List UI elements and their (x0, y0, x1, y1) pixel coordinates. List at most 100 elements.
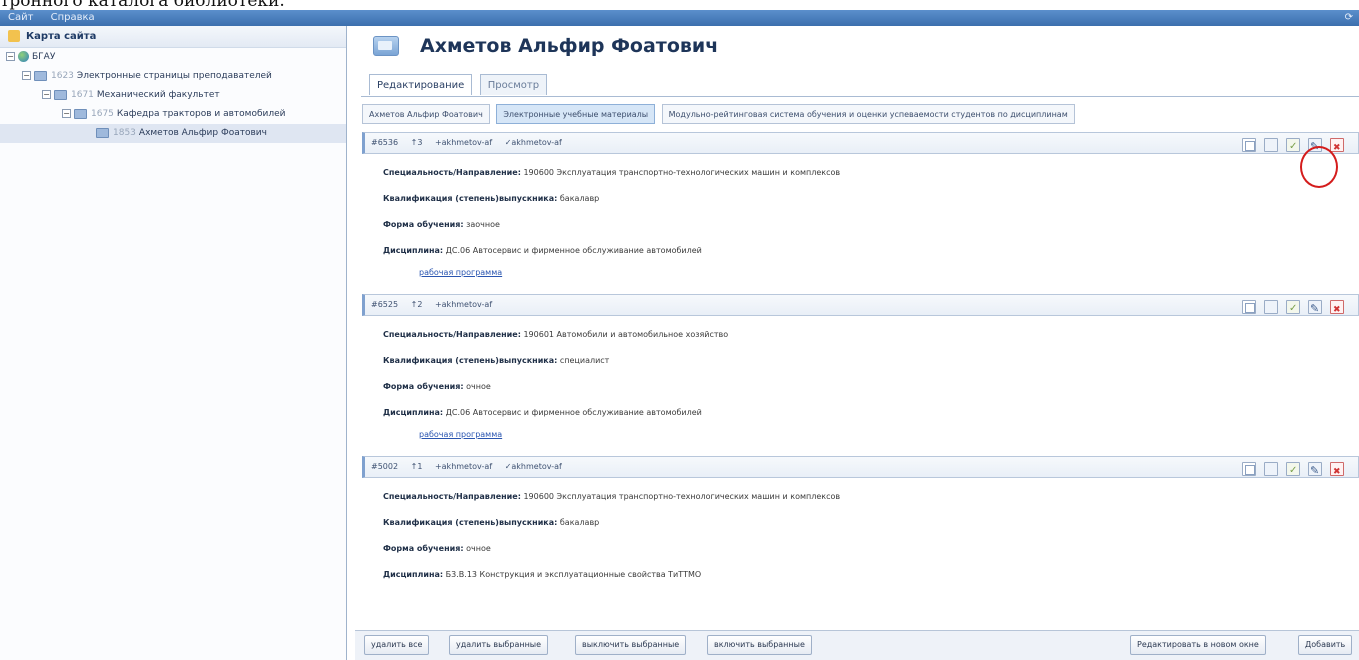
view-icon[interactable] (1242, 299, 1256, 314)
tab-teacher-profile[interactable]: Ахметов Альфир Фоатович (362, 104, 490, 124)
field-specialty: Специальность/Направление: 190600 Эксплу… (383, 492, 841, 501)
tab-rating-system[interactable]: Модульно-рейтинговая система обучения и … (661, 104, 1075, 124)
record-toolbar (1239, 459, 1349, 482)
tab-edit[interactable]: Редактирование (369, 74, 473, 95)
record-body: Специальность/Направление: 190601 Автомо… (362, 316, 1359, 448)
collapse-icon[interactable]: − (62, 109, 71, 118)
edit-new-window-button[interactable]: Редактировать в новом окне (1130, 635, 1266, 655)
folder-icon (74, 108, 87, 119)
edit-icon[interactable] (1308, 137, 1322, 157)
field-study-form: Форма обучения: очное (383, 382, 491, 391)
refresh-icon[interactable]: ⟳ (1345, 10, 1353, 26)
field-study-form: Форма обучения: заочное (383, 220, 500, 229)
delete-all-button[interactable]: удалить все (364, 635, 430, 655)
record-body: Специальность/Направление: 190600 Эксплу… (362, 478, 1359, 590)
sidebar-header: Карта сайта (0, 26, 346, 48)
material-record: #5002 ↑1 +akhmetov-af ✓akhmetov-af Специ… (362, 456, 1359, 590)
menu-item-site[interactable]: Сайт (0, 10, 40, 26)
menu-bar: Сайт Справка ⟳ (0, 10, 1359, 26)
globe-icon (18, 51, 29, 62)
enable-icon[interactable] (1286, 461, 1300, 481)
document-caption: тронного каталога библиотеки. (0, 0, 285, 11)
record-order: ↑3 (410, 138, 423, 147)
delete-icon[interactable] (1330, 299, 1344, 320)
collapse-icon[interactable]: − (6, 52, 15, 61)
edit-icon[interactable] (1308, 461, 1322, 481)
tree-node-label: Электронные страницы преподавателей (76, 71, 272, 81)
tab-divider (361, 96, 1359, 97)
collapse-icon[interactable]: − (42, 90, 51, 99)
site-tree: − БГАУ −1623 Электронные страницы преподав… (0, 48, 346, 143)
record-toolbar (1239, 135, 1349, 158)
field-qualification: Квалификация (степень)выпускника: бакала… (383, 518, 600, 527)
copy-icon[interactable] (1264, 299, 1278, 314)
tree-node-label: Механический факультет (96, 90, 220, 100)
material-record: #6536 ↑3 +akhmetov-af ✓akhmetov-af Специ… (362, 132, 1359, 286)
field-discipline: Дисциплина: ДС.06 Автосервис и фирменное… (383, 246, 702, 255)
sidebar-title: Карта сайта (26, 31, 97, 42)
tree-node-faculty[interactable]: − 1671 Механический факультет (0, 86, 346, 105)
edit-icon[interactable] (1308, 299, 1322, 319)
tree-node-teacher[interactable]: 1853 Ахметов Альфир Фоатович (0, 124, 346, 143)
record-toolbar (1239, 297, 1349, 320)
node-id: 1671 (71, 90, 94, 100)
tree-node-label: Ахметов Альфир Фоатович (138, 128, 267, 138)
record-header: #5002 ↑1 +akhmetov-af ✓akhmetov-af (362, 456, 1359, 482)
page-title: Ахметов Альфир Фоатович (420, 35, 719, 57)
field-qualification: Квалификация (степень)выпускника: специа… (383, 356, 610, 365)
node-id: 1675 (91, 109, 114, 119)
record-creator: +akhmetov-af (434, 462, 493, 471)
tree-node-label: БГАУ (32, 52, 56, 62)
title-row: Ахметов Альфир Фоатович (355, 26, 1359, 68)
add-button[interactable]: Добавить (1298, 635, 1353, 655)
work-program-link[interactable]: рабочая программа (383, 426, 1359, 446)
enable-icon[interactable] (1286, 137, 1300, 157)
field-discipline: Дисциплина: ДС.06 Автосервис и фирменное… (383, 408, 702, 417)
folder-icon (96, 127, 109, 138)
tree-node-teacher-pages[interactable]: − 1623 Электронные страницы преподавателей (0, 67, 346, 86)
bottom-toolbar: удалить все удалить выбранные выключить … (355, 630, 1359, 660)
record-header: #6525 ↑2 +akhmetov-af (362, 294, 1359, 320)
field-specialty: Специальность/Направление: 190600 Эксплу… (383, 168, 841, 177)
tab-view[interactable]: Просмотр (479, 74, 548, 95)
section-tabs: Ахметов Альфир Фоатович Электронные учеб… (362, 104, 1359, 126)
field-discipline: Дисциплина: Б3.В.13 Конструкция и эксплу… (383, 570, 702, 579)
tab-e-materials[interactable]: Электронные учебные материалы (496, 104, 656, 124)
record-id: #6536 (371, 138, 399, 147)
record-body: Специальность/Направление: 190600 Эксплу… (362, 154, 1359, 286)
record-creator: +akhmetov-af (434, 300, 493, 309)
record-editor: ✓akhmetov-af (504, 138, 562, 147)
node-id: 1623 (51, 71, 74, 81)
folder-icon (34, 70, 47, 81)
menu-item-help[interactable]: Справка (44, 10, 102, 26)
tree-node-department[interactable]: − 1675 Кафедра тракторов и автомобилей (0, 105, 346, 124)
node-id: 1853 (113, 128, 136, 138)
view-icon[interactable] (1242, 461, 1256, 476)
main-panel: Ахметов Альфир Фоатович Редактирование П… (355, 26, 1359, 660)
record-creator: +akhmetov-af (434, 138, 493, 147)
view-icon[interactable] (1242, 137, 1256, 152)
mode-tabs: Редактирование Просмотр (369, 74, 551, 96)
record-order: ↑2 (410, 300, 423, 309)
field-study-form: Форма обучения: очное (383, 544, 491, 553)
work-program-link[interactable]: рабочая программа (383, 264, 1359, 284)
material-record: #6525 ↑2 +akhmetov-af Специальность/Напр… (362, 294, 1359, 448)
tree-node-root[interactable]: − БГАУ (0, 48, 346, 67)
delete-icon[interactable] (1330, 137, 1344, 158)
collapse-icon[interactable]: − (22, 71, 31, 80)
copy-icon[interactable] (1264, 461, 1278, 476)
record-id: #5002 (371, 462, 399, 471)
disable-selected-button[interactable]: выключить выбранные (575, 635, 687, 655)
enable-selected-button[interactable]: включить выбранные (707, 635, 812, 655)
enable-icon[interactable] (1286, 299, 1300, 319)
sitemap-icon (8, 30, 20, 42)
copy-icon[interactable] (1264, 137, 1278, 152)
delete-selected-button[interactable]: удалить выбранные (449, 635, 549, 655)
tree-node-label: Кафедра тракторов и автомобилей (116, 109, 286, 119)
field-specialty: Специальность/Направление: 190601 Автомо… (383, 330, 729, 339)
record-id: #6525 (371, 300, 399, 309)
record-editor: ✓akhmetov-af (504, 462, 562, 471)
folder-icon (54, 89, 67, 100)
delete-icon[interactable] (1330, 461, 1344, 482)
record-order: ↑1 (410, 462, 423, 471)
